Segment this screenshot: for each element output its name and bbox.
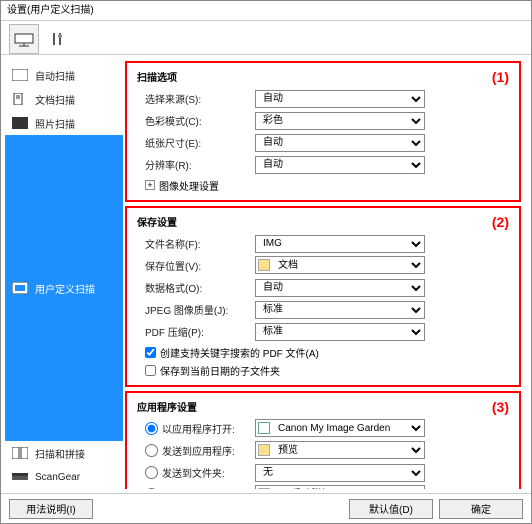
folder-icon bbox=[258, 259, 270, 271]
instructions-button[interactable]: 用法说明(I) bbox=[9, 499, 93, 519]
chk-pdf-keyword-box[interactable] bbox=[145, 347, 156, 358]
format-select[interactable]: 自动 bbox=[255, 279, 425, 297]
sidebar-item-label: 照片扫描 bbox=[35, 116, 75, 131]
sidebar: 自动扫描 文档扫描 照片扫描 用户定义扫描 扫描和拼接 bbox=[5, 59, 123, 489]
source-select[interactable]: 自动 bbox=[255, 90, 425, 108]
color-label: 色彩模式(C): bbox=[137, 113, 255, 128]
format-label: 数据格式(O): bbox=[137, 280, 255, 295]
auto-scan-icon bbox=[11, 68, 29, 82]
sidebar-item-scangear[interactable]: ScanGear bbox=[5, 465, 123, 489]
radio-send-app-label: 发送到应用程序: bbox=[162, 443, 235, 458]
group-app-settings: (3) 应用程序设置 以应用程序打开: Canon My Image Garden… bbox=[125, 391, 521, 489]
color-select[interactable]: 彩色 bbox=[255, 112, 425, 130]
sidebar-item-label: 自动扫描 bbox=[35, 68, 75, 83]
pdf-label: PDF 压缩(P): bbox=[137, 324, 255, 339]
radio-attach-email-label: 附加到电子邮件: bbox=[162, 487, 235, 490]
sidebar-item-label: 文档扫描 bbox=[35, 92, 75, 107]
photo-scan-icon bbox=[11, 116, 29, 130]
sidebar-item-label: 扫描和拼接 bbox=[35, 446, 85, 461]
radio-attach-email[interactable] bbox=[145, 488, 158, 490]
group-number-1: (1) bbox=[492, 69, 509, 85]
top-toolbar bbox=[1, 21, 531, 55]
group-scan-options: (1) 扫描选项 选择来源(S):自动 色彩模式(C):彩色 纸张尺寸(E):自… bbox=[125, 61, 521, 202]
sidebar-item-document[interactable]: 文档扫描 bbox=[5, 87, 123, 111]
chk-pdf-keyword[interactable]: 创建支持关键字搜索的 PDF 文件(A) bbox=[137, 343, 467, 361]
group-title: 应用程序设置 bbox=[137, 399, 467, 414]
scangear-icon bbox=[11, 470, 29, 484]
send-folder-select[interactable]: 无 bbox=[255, 464, 425, 482]
sidebar-item-label: 用户定义扫描 bbox=[35, 281, 95, 296]
group-save-settings: (2) 保存设置 文件名称(F):IMG 保存位置(V):文档 数据格式(O):… bbox=[125, 206, 521, 387]
toolbar-scanner-icon[interactable] bbox=[9, 24, 39, 54]
source-label: 选择来源(S): bbox=[137, 91, 255, 106]
open-app-select[interactable]: Canon My Image Garden bbox=[255, 419, 425, 437]
savein-select[interactable]: 文档 bbox=[255, 256, 425, 274]
attach-email-select[interactable]: 无(手动附加) bbox=[255, 485, 425, 489]
ok-button[interactable]: 确定 bbox=[439, 499, 523, 519]
chk-date-subfolder-label: 保存到当前日期的子文件夹 bbox=[160, 363, 280, 378]
pdf-select[interactable]: 标准 bbox=[255, 323, 425, 341]
window-title: 设置(用户定义扫描) bbox=[1, 1, 531, 21]
chk-pdf-keyword-label: 创建支持关键字搜索的 PDF 文件(A) bbox=[160, 345, 319, 360]
jpeg-select[interactable]: 标准 bbox=[255, 301, 425, 319]
toolbar-tools-icon[interactable] bbox=[43, 24, 73, 54]
group-number-3: (3) bbox=[492, 399, 509, 415]
savein-label: 保存位置(V): bbox=[137, 258, 255, 273]
radio-send-folder[interactable] bbox=[145, 466, 158, 479]
stitch-scan-icon bbox=[11, 446, 29, 460]
resolution-select[interactable]: 自动 bbox=[255, 156, 425, 174]
sidebar-item-stitch[interactable]: 扫描和拼接 bbox=[5, 441, 123, 465]
filename-label: 文件名称(F): bbox=[137, 236, 255, 251]
image-processing-label: 图像处理设置 bbox=[159, 178, 219, 193]
folder-icon bbox=[258, 444, 270, 456]
jpeg-label: JPEG 图像质量(J): bbox=[137, 302, 255, 317]
app-icon bbox=[258, 422, 270, 434]
folder-icon bbox=[258, 488, 270, 489]
expand-plus-icon[interactable]: + bbox=[145, 180, 155, 190]
filename-select[interactable]: IMG bbox=[255, 235, 425, 253]
document-scan-icon bbox=[11, 92, 29, 106]
group-title: 扫描选项 bbox=[137, 69, 467, 84]
paper-select[interactable]: 自动 bbox=[255, 134, 425, 152]
sidebar-item-label: ScanGear bbox=[35, 472, 80, 483]
radio-send-app[interactable] bbox=[145, 444, 158, 457]
custom-scan-icon bbox=[11, 281, 29, 295]
sidebar-item-photo[interactable]: 照片扫描 bbox=[5, 111, 123, 135]
sidebar-item-custom[interactable]: 用户定义扫描 bbox=[5, 135, 123, 441]
send-app-select[interactable]: 预览 bbox=[255, 441, 425, 459]
chk-date-subfolder[interactable]: 保存到当前日期的子文件夹 bbox=[137, 361, 467, 379]
chk-date-subfolder-box[interactable] bbox=[145, 365, 156, 376]
resolution-label: 分辨率(R): bbox=[137, 157, 255, 172]
radio-send-folder-label: 发送到文件夹: bbox=[162, 465, 225, 480]
defaults-button[interactable]: 默认值(D) bbox=[349, 499, 433, 519]
group-number-2: (2) bbox=[492, 214, 509, 230]
footer: 用法说明(I) 默认值(D) 确定 bbox=[1, 493, 531, 523]
sidebar-item-auto[interactable]: 自动扫描 bbox=[5, 63, 123, 87]
radio-open-app-label: 以应用程序打开: bbox=[162, 421, 235, 436]
radio-open-app[interactable] bbox=[145, 422, 158, 435]
paper-label: 纸张尺寸(E): bbox=[137, 135, 255, 150]
group-title: 保存设置 bbox=[137, 214, 467, 229]
